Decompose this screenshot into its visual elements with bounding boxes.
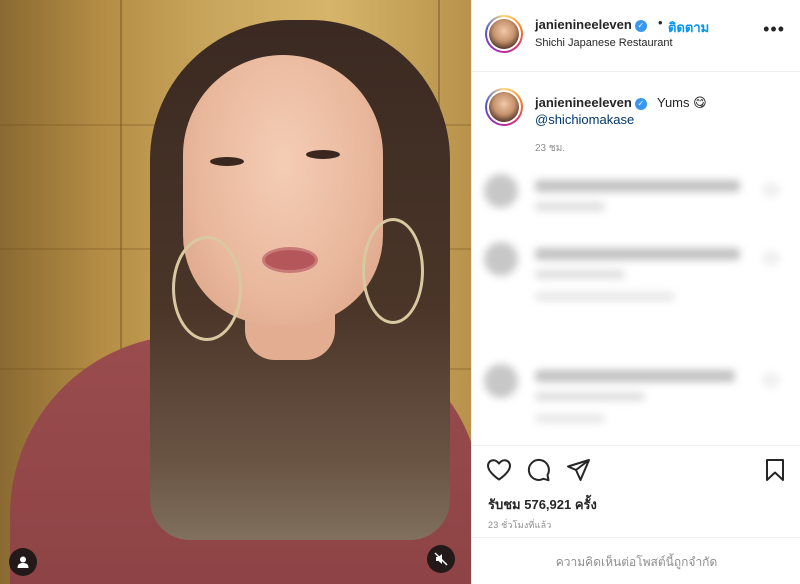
avatar[interactable] [485,88,523,126]
bookmark-icon[interactable] [764,458,786,482]
username-link[interactable]: janienineeleven ✓ [535,17,647,32]
post-video[interactable] [0,0,471,584]
more-options-button[interactable]: ••• [763,20,785,38]
verified-badge-icon: ✓ [634,98,647,110]
mute-toggle-button[interactable] [427,545,455,573]
share-icon[interactable] [566,458,592,482]
muted-speaker-icon [434,552,448,566]
post-header: janienineeleven ✓ • ติดตาม Shichi Japanes… [472,0,800,72]
location-link[interactable]: Shichi Japanese Restaurant [535,37,673,49]
blurred-comment [472,362,800,442]
verified-badge-icon: ✓ [634,20,647,32]
heart-icon[interactable] [486,458,512,482]
caption-text: Yums 😋 [657,95,707,110]
caption-time-ago: 23 ชม. [535,143,566,154]
comments-limited-notice: ความคิดเห็นต่อโพสต์นี้ถูกจำกัด [472,537,800,584]
comment-icon[interactable] [526,458,552,482]
blurred-comment [472,240,800,320]
hoop-earring [172,236,242,341]
caption-username-link[interactable]: janienineeleven ✓ [535,95,647,110]
person-eye [210,157,244,166]
avatar[interactable] [485,15,523,53]
person-eye [306,150,340,159]
username-text[interactable]: janienineeleven [535,17,632,32]
separator-dot: • [658,15,663,30]
follow-button[interactable]: ติดตาม [668,17,709,38]
caption-mention-link[interactable]: @shichiomakase [535,112,634,127]
view-count[interactable]: รับชม 576,921 ครั้ง [488,494,597,515]
user-tag-icon [17,556,29,568]
person-mouth [262,247,318,273]
posted-time[interactable]: 23 ชั่วโมงที่แล้ว [488,518,552,532]
username-text[interactable]: janienineeleven [535,95,632,110]
hoop-earring [362,218,424,324]
post-actions: รับชม 576,921 ครั้ง 23 ชั่วโมงที่แล้ว คว… [472,445,800,584]
post-sidebar: janienineeleven ✓ • ติดตาม Shichi Japanes… [471,0,800,584]
tagged-users-button[interactable] [9,548,37,576]
